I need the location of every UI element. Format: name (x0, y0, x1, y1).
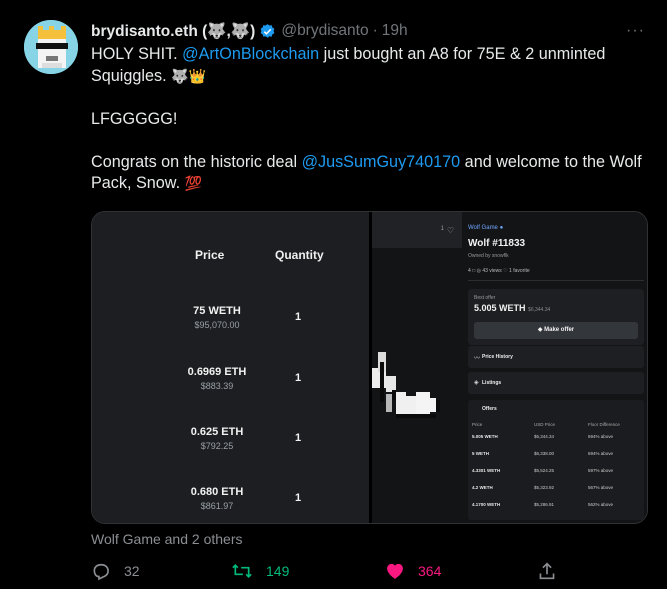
reply-count: 32 (124, 563, 140, 579)
row-qty: 1 (295, 311, 302, 323)
separator-dot: · (372, 22, 378, 39)
nft-listing-screenshot: 1 ♡ Wolf Game ● Wolf #11833 Owned by sno… (372, 212, 647, 523)
like-count: 364 (418, 562, 442, 579)
tag-icon: ◈ (474, 380, 479, 386)
row-usd: $95,070.00 (194, 320, 240, 330)
wolf-pixel-art (372, 332, 462, 523)
favorite-count: 1 (440, 226, 444, 232)
table-row: 75 WETH $95,070.00 1 (92, 305, 369, 365)
tagged-accounts[interactable]: Wolf Game and 2 others (91, 531, 242, 547)
table-row: 0.625 ETH $792.25 1 (92, 426, 369, 486)
tweet: brydisanto.eth (🐺,🐺) @brydisanto · 19h ·… (0, 0, 667, 589)
verified-badge-icon (259, 23, 276, 40)
offers-title: Offers (482, 406, 497, 412)
listing-details: Wolf Game ● Wolf #11833 Owned by snowflk… (468, 212, 647, 523)
price-history-section: 〰 Price History (468, 346, 644, 368)
reply-button[interactable]: 32 (91, 561, 140, 581)
best-offer-label: Best offer (474, 295, 496, 301)
retweet-button[interactable]: 149 (231, 561, 289, 581)
divider (468, 280, 644, 281)
owned-by: Owned by snowflk (468, 253, 509, 259)
row-usd: $792.25 (200, 441, 234, 451)
listing-stats: 4 □ ◎ 43 views ♡ 1 favorite (468, 268, 530, 274)
best-offer-usd: $6,344.34 (528, 307, 551, 313)
tweet-header: brydisanto.eth (🐺,🐺) @brydisanto · 19h (91, 20, 408, 42)
row-price: 75 WETH (193, 305, 241, 317)
row-usd: $883.39 (200, 381, 234, 391)
collection-link: Wolf Game ● (468, 225, 504, 231)
tweet-paragraph-3: Congrats on the historic deal @JusSumGuy… (91, 152, 651, 195)
heart-outline-icon: ♡ (446, 226, 454, 235)
table-row: 0.6969 ETH $883.39 1 (92, 366, 369, 426)
row-qty: 1 (295, 432, 302, 444)
best-offer-value: 5.005 WETH $6,344.34 (474, 303, 551, 313)
heart-icon (387, 563, 403, 579)
more-icon[interactable]: ··· (626, 22, 645, 40)
best-offer-card: Best offer 5.005 WETH $6,344.34 ◆ Make o… (468, 289, 644, 345)
wolf-crown-emoji: 🐺👑 (171, 67, 206, 84)
mention-link[interactable]: @JusSumGuy740170 (302, 153, 461, 171)
share-icon (539, 562, 555, 580)
text-segment: Congrats on the historic deal (91, 152, 302, 171)
media-attachment[interactable]: Price Quantity 75 WETH $95,070.00 1 0.69… (91, 211, 648, 524)
table-row: 0.680 ETH $861.97 1 (92, 486, 369, 523)
offers-col-floor: Floor Difference (588, 422, 620, 427)
offers-section: Offers Price USD Price Floor Difference … (468, 400, 644, 520)
tweet-paragraph-1: HOLY SHIT. @ArtOnBlockchain just bought … (91, 44, 651, 87)
row-qty: 1 (295, 492, 302, 504)
share-button[interactable] (538, 561, 556, 581)
like-button[interactable]: 364 (385, 561, 441, 580)
offers-col-price: Price (472, 422, 483, 427)
retweet-count: 149 (266, 563, 290, 579)
retweet-icon (232, 563, 252, 579)
tweet-actions: 32 149 364 (91, 561, 561, 585)
display-name[interactable]: brydisanto.eth (🐺,🐺) (91, 22, 255, 41)
reply-icon (93, 563, 109, 581)
image-toolbar: 1 ♡ (372, 212, 462, 248)
avatar[interactable] (24, 20, 78, 74)
row-price: 0.680 ETH (190, 486, 244, 498)
timestamp[interactable]: 19h (382, 22, 408, 40)
offers-table-screenshot: Price Quantity 75 WETH $95,070.00 1 0.69… (92, 212, 369, 523)
tweet-text: HOLY SHIT. @ArtOnBlockchain just bought … (91, 44, 651, 195)
row-qty: 1 (295, 372, 302, 384)
mention-link[interactable]: @ArtOnBlockchain (182, 45, 319, 63)
hundred-emoji: 💯 (184, 175, 203, 191)
listings-section: ◈ Listings (468, 372, 644, 394)
make-offer-button: ◆ Make offer (474, 322, 638, 339)
quantity-header: Quantity (275, 248, 324, 262)
tweet-paragraph-2: LFGGGGG! (91, 109, 178, 128)
chart-icon: 〰 (474, 356, 481, 362)
row-price: 0.6969 ETH (187, 366, 247, 378)
price-header: Price (195, 248, 225, 262)
nft-title: Wolf #11833 (468, 238, 526, 249)
handle[interactable]: @brydisanto (281, 22, 368, 40)
offers-col-usd: USD Price (534, 422, 556, 427)
text-segment: HOLY SHIT. (91, 45, 183, 63)
row-price: 0.625 ETH (190, 426, 244, 438)
row-usd: $861.97 (200, 501, 234, 511)
